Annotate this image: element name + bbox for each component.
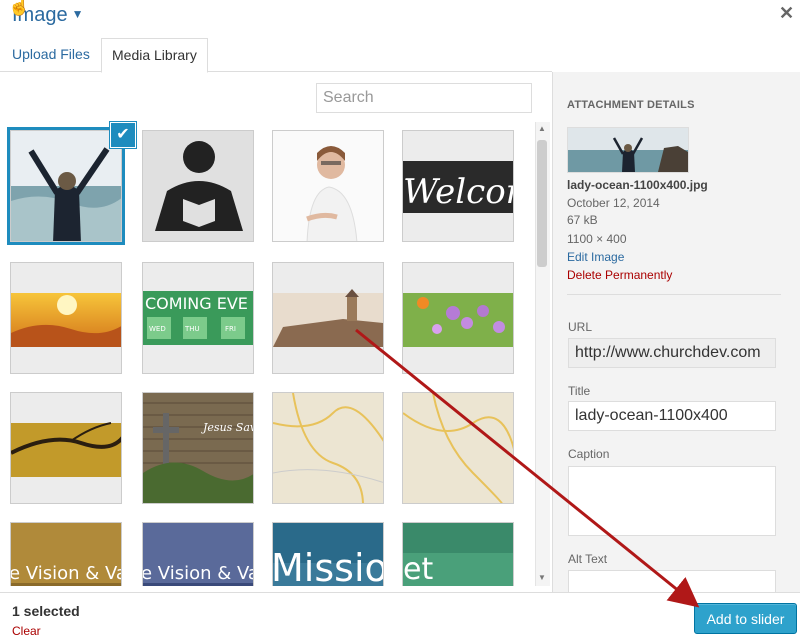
woman-portrait-image [273, 131, 383, 241]
tree-branches-image [11, 393, 121, 503]
reader-icon-image [143, 131, 253, 241]
attachment-thumbnail [567, 127, 689, 173]
map-image [273, 393, 383, 503]
media-thumb-reader[interactable] [142, 130, 254, 242]
et-text: et [403, 552, 433, 586]
delete-permanently-link[interactable]: Delete Permanently [567, 268, 672, 282]
tabs-divider [0, 71, 552, 72]
edit-image-link[interactable]: Edit Image [567, 250, 624, 264]
alt-text-label: Alt Text [568, 552, 608, 566]
sidebar-divider [567, 294, 781, 295]
media-thumb-map-2[interactable] [402, 392, 514, 504]
modal-footer [0, 592, 800, 640]
church-building-image [273, 263, 383, 373]
attachment-date: October 12, 2014 [567, 196, 660, 210]
coming-events-text: COMING EVE [145, 294, 248, 313]
media-thumb-woman[interactable] [272, 130, 384, 242]
lady-ocean-image [11, 131, 121, 241]
media-thumb-coming-events[interactable]: COMING EVE WED THU FRI [142, 262, 254, 374]
flowers-image [403, 263, 513, 373]
title-field[interactable]: lady-ocean-1100x400 [568, 401, 776, 431]
caret-down-icon: ▼ [71, 7, 84, 21]
coming-events-image: COMING EVE WED THU FRI [143, 263, 253, 373]
media-grid: Welcome COMING EVE WED THU FRI [0, 122, 534, 586]
selection-count: 1 selected [12, 603, 80, 619]
media-thumb-jesus-saves[interactable]: Jesus Save [142, 392, 254, 504]
selected-check-icon[interactable]: ✔ [110, 122, 136, 148]
et-banner-image: et [403, 523, 513, 586]
vision-values-image-2: e Vision & Value [143, 523, 254, 586]
attachment-filename: lady-ocean-1100x400.jpg [567, 178, 708, 192]
media-thumb-welcome[interactable]: Welcome [402, 130, 514, 242]
media-thumb-tree[interactable] [10, 392, 122, 504]
attachment-details-heading: ATTACHMENT DETAILS [567, 99, 695, 111]
jesus-saves-text: Jesus Save [201, 421, 254, 434]
clear-selection-link[interactable]: Clear [12, 624, 41, 638]
day-wed: WED [149, 325, 166, 333]
vision-values-text-1: e Vision & Value [11, 563, 122, 584]
tab-upload-files[interactable]: Upload Files [2, 38, 100, 71]
sunrise-image [11, 263, 121, 373]
media-thumb-et[interactable]: et [402, 522, 514, 586]
vision-values-text-2: e Vision & Value [143, 563, 254, 584]
day-fri: FRI [225, 325, 236, 333]
welcome-overlay-text: Welcome [403, 172, 514, 212]
alt-text-field[interactable] [568, 570, 776, 594]
media-thumb-lady-ocean[interactable] [7, 127, 125, 245]
scrollbar-thumb[interactable] [537, 140, 547, 267]
media-thumb-church[interactable] [272, 262, 384, 374]
hand-cursor-icon: ☝ [8, 0, 31, 16]
url-label: URL [568, 320, 593, 334]
media-thumb-map-1[interactable] [272, 392, 384, 504]
media-thumb-mission[interactable]: Missio [272, 522, 384, 586]
scroll-up-icon[interactable]: ▲ [537, 124, 547, 133]
mission-text: Missio [273, 546, 384, 586]
attachment-filesize: 67 kB [567, 213, 598, 227]
media-thumb-vision-2[interactable]: e Vision & Value [142, 522, 254, 586]
tab-media-library[interactable]: Media Library [101, 38, 208, 73]
attachment-dimensions: 1100 × 400 [567, 232, 627, 246]
media-thumb-sunrise[interactable] [10, 262, 122, 374]
url-field[interactable]: http://www.churchdev.com [568, 338, 776, 368]
caption-field[interactable] [568, 466, 776, 536]
scroll-down-icon[interactable]: ▼ [537, 573, 547, 582]
welcome-banner-image: Welcome [403, 131, 514, 241]
jesus-saves-image: Jesus Save [143, 393, 254, 503]
caption-label: Caption [568, 447, 610, 461]
mission-image: Missio [273, 523, 384, 586]
title-label: Title [568, 384, 591, 398]
close-icon[interactable]: ✕ [779, 3, 794, 24]
map-image-2 [403, 393, 513, 503]
media-thumb-flowers[interactable] [402, 262, 514, 374]
add-to-slider-button[interactable]: Add to slider [694, 603, 797, 634]
search-input[interactable] [316, 83, 532, 113]
day-thu: THU [184, 325, 200, 333]
vision-values-image: e Vision & Value [11, 523, 122, 586]
media-thumb-vision-1[interactable]: e Vision & Value [10, 522, 122, 586]
